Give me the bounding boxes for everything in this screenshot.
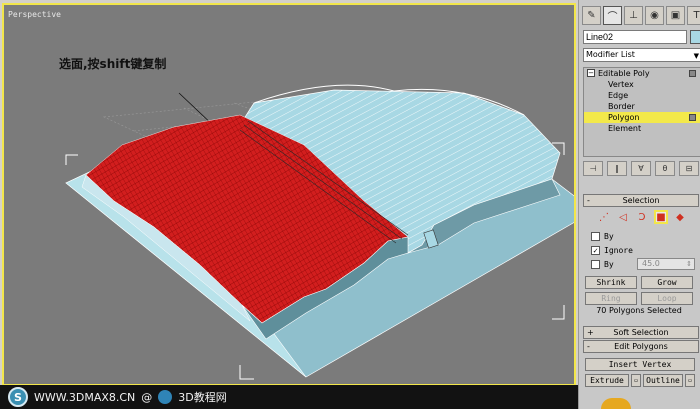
ignore-backfacing-checkbox[interactable]: ✓ (591, 245, 600, 255)
stack-item-edge[interactable]: Edge (584, 90, 700, 101)
stack-item-label: Border (608, 102, 635, 111)
pin-stack-icon[interactable]: ⊣ (583, 161, 603, 176)
rollout-title: Edit Polygons (614, 342, 668, 351)
stack-item-label: Edge (608, 91, 629, 100)
mascot-character-icon (601, 398, 631, 409)
modifier-list-dropdown[interactable]: Modifier List ▼ (583, 48, 700, 62)
watermark-at: @ (141, 390, 153, 404)
stack-item-vertex[interactable]: Vertex (584, 79, 700, 90)
extrude-button[interactable]: Extrude (585, 374, 629, 387)
stack-item-label: Editable Poly (598, 69, 650, 78)
perspective-viewport[interactable]: Perspective 选面,按shift键复制 (2, 3, 576, 386)
collapse-icon[interactable]: − (587, 69, 595, 77)
swirl-logo-icon: S (8, 387, 28, 407)
by-vertex-option[interactable]: By (591, 230, 614, 242)
modifier-stack: − Editable Poly Vertex Edge Border Polyg… (583, 67, 700, 157)
angle-spinner[interactable]: 45.0 ⇕ (637, 258, 695, 270)
loop-button[interactable]: Loop (641, 292, 693, 305)
rollout-edit-polygons-header[interactable]: - Edit Polygons (583, 340, 699, 353)
stack-item-editable-poly[interactable]: − Editable Poly (584, 68, 700, 79)
spinner-arrows-icon[interactable]: ⇕ (686, 259, 692, 269)
ring-button[interactable]: Ring (585, 292, 637, 305)
stack-item-label: Element (608, 124, 642, 133)
watermark-dot-icon (158, 390, 173, 404)
tutorial-annotation: 选面,按shift键复制 (59, 57, 167, 71)
stack-item-border[interactable]: Border (584, 101, 700, 112)
rollout-collapse-sign: - (587, 342, 590, 351)
stack-item-label: Vertex (608, 80, 634, 89)
show-end-result-icon[interactable]: ‖ (607, 161, 627, 176)
vertex-mode-icon[interactable]: ⋰ (597, 210, 611, 224)
insert-vertex-button[interactable]: Insert Vertex (585, 358, 695, 371)
stack-item-label: Polygon (608, 113, 640, 122)
by-vertex-label: By (604, 231, 614, 241)
utilities-icon[interactable]: T (687, 6, 700, 25)
rollout-collapse-sign: - (587, 196, 590, 205)
border-mode-icon[interactable]: Ↄ (635, 210, 649, 224)
stack-toolbar: ⊣ ‖ ∀ θ ⊟ (583, 161, 699, 176)
stack-item-element[interactable]: Element (584, 123, 700, 134)
viewport-label[interactable]: Perspective (8, 10, 61, 19)
configure-sets-icon[interactable]: ⊟ (679, 161, 699, 176)
edge-mode-icon[interactable]: ◁ (616, 210, 630, 224)
stack-item-polygon[interactable]: Polygon (584, 112, 700, 123)
remove-modifier-icon[interactable]: θ (655, 161, 675, 176)
modifier-toggle-icon[interactable] (689, 70, 696, 77)
watermark-site-name: 3D教程网 (178, 391, 227, 404)
command-panel-tabs: ✎ ⌒ ⊥ ◉ ▣ T (582, 6, 700, 25)
rollout-title: Soft Selection (613, 328, 669, 337)
outline-button[interactable]: Outline (643, 374, 683, 387)
rollout-selection-header[interactable]: - Selection (583, 194, 699, 207)
shrink-button[interactable]: Shrink (585, 276, 637, 289)
object-name-field[interactable]: Line02 (583, 30, 687, 44)
element-mode-icon[interactable]: ◆ (673, 210, 687, 224)
by-angle-checkbox[interactable] (591, 259, 600, 269)
by-vertex-checkbox[interactable] (591, 231, 600, 241)
ignore-backfacing-label: Ignore (604, 245, 633, 255)
modifier-list-label: Modifier List (586, 50, 635, 59)
extrude-settings-icon[interactable]: ▭ (631, 374, 641, 387)
chevron-down-icon: ▼ (693, 52, 699, 60)
rollout-expand-sign: + (587, 328, 594, 337)
by-angle-label: By (604, 259, 614, 269)
angle-value: 45.0 (642, 259, 660, 268)
modify-icon[interactable]: ⌒ (603, 6, 622, 25)
object-color-swatch[interactable] (690, 30, 700, 44)
subobject-toggle-icon[interactable] (689, 114, 696, 121)
site-watermark: S WWW.3DMAX8.CN @ 3D教程网 (0, 385, 578, 409)
selection-status: 70 Polygons Selected (596, 306, 682, 315)
rollout-soft-selection-header[interactable]: + Soft Selection (583, 326, 699, 339)
grow-button[interactable]: Grow (641, 276, 693, 289)
subobject-mode-buttons: ⋰ ◁ Ↄ ■ ◆ (597, 210, 687, 224)
watermark-url: WWW.3DMAX8.CN (34, 390, 136, 404)
by-angle-option[interactable]: By (591, 258, 614, 270)
display-icon[interactable]: ▣ (666, 6, 685, 25)
hierarchy-icon[interactable]: ⊥ (624, 6, 643, 25)
ignore-backfacing-option[interactable]: ✓ Ignore (591, 244, 633, 256)
rollout-title: Selection (622, 196, 660, 205)
command-panel: ✎ ⌒ ⊥ ◉ ▣ T Line02 Modifier List ▼ − Edi… (578, 0, 700, 409)
outline-settings-icon[interactable]: ▭ (685, 374, 695, 387)
motion-icon[interactable]: ◉ (645, 6, 664, 25)
make-unique-icon[interactable]: ∀ (631, 161, 651, 176)
polygon-mode-icon[interactable]: ■ (654, 210, 668, 224)
create-icon[interactable]: ✎ (582, 6, 601, 25)
